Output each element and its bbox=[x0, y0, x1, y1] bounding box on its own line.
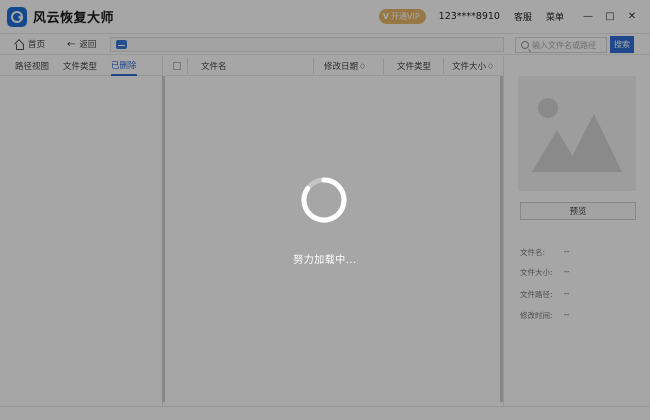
loading-spinner-icon bbox=[301, 177, 347, 223]
loading-text: 努力加载中... bbox=[293, 255, 357, 266]
loading-overlay: 努力加载中... bbox=[0, 0, 650, 420]
